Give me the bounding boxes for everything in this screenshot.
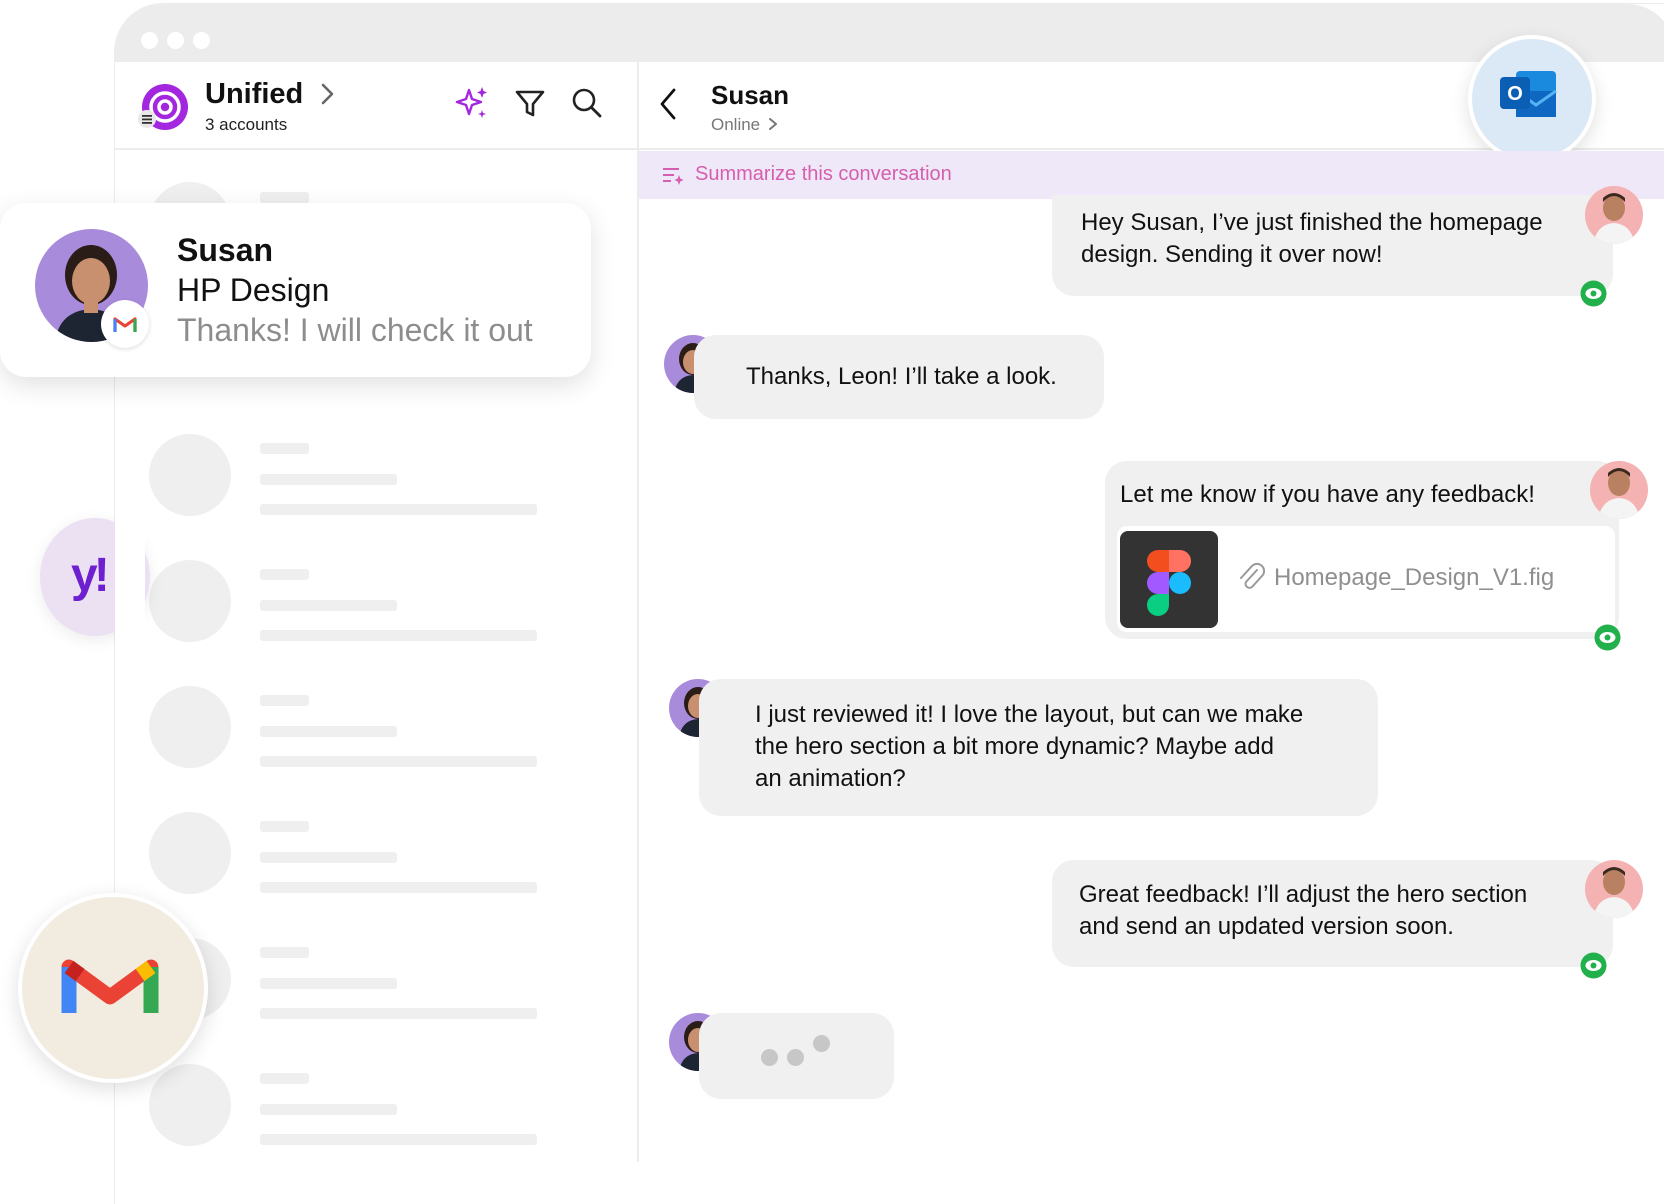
skeleton-bar — [260, 1073, 309, 1084]
chat-contact-name[interactable]: Susan — [711, 80, 789, 111]
message-bubble-outgoing: Great feedback! I’ll adjust the hero sec… — [1052, 860, 1613, 967]
ai-sparkle-icon[interactable] — [453, 84, 491, 122]
gmail-badge-icon — [101, 300, 149, 348]
skeleton-bar — [260, 1134, 537, 1145]
typing-indicator — [699, 1013, 894, 1099]
skeleton-bar — [260, 695, 309, 706]
gmail-account-icon[interactable] — [18, 893, 208, 1083]
window-titlebar — [115, 4, 1664, 62]
seen-eye-icon — [1580, 280, 1607, 307]
message-text: Thanks, Leon! I’ll take a look. — [746, 363, 1057, 390]
skeleton-avatar — [149, 812, 231, 894]
skeleton-bar — [260, 947, 309, 958]
skeleton-bar — [260, 504, 537, 515]
skeleton-bar — [260, 192, 309, 203]
skeleton-bar — [260, 569, 309, 580]
skeleton-bar — [260, 756, 537, 767]
seen-eye-icon — [1594, 624, 1621, 651]
unified-inbox-logo-icon[interactable] — [138, 82, 188, 132]
window-control-dot[interactable] — [141, 32, 158, 49]
typing-dot — [813, 1035, 830, 1052]
skeleton-avatar — [149, 686, 231, 768]
message-text: Hey Susan, I’ve just finished the homepa… — [1081, 209, 1543, 268]
avatar — [1590, 461, 1648, 519]
skeleton-bar — [260, 978, 397, 989]
chevron-right-icon[interactable] — [320, 82, 336, 106]
message-text: Great feedback! I’ll adjust the hero sec… — [1079, 881, 1528, 940]
typing-dot — [787, 1049, 804, 1066]
card-contact-name: Susan — [177, 232, 274, 268]
summarize-sparkle-icon — [663, 168, 684, 185]
skeleton-bar — [260, 1104, 397, 1115]
summarize-button[interactable]: Summarize this conversation — [695, 163, 952, 186]
skeleton-bar — [260, 726, 397, 737]
skeleton-avatar — [149, 560, 231, 642]
figma-file-icon — [1120, 531, 1218, 628]
back-chevron-icon[interactable] — [658, 86, 678, 122]
svg-text:O: O — [1507, 83, 1523, 105]
outlook-logo-icon: O — [1500, 71, 1557, 117]
filter-icon[interactable] — [511, 84, 549, 122]
message-bubble-incoming: I just reviewed it! I love the layout, b… — [699, 679, 1378, 816]
card-subject: HP Design — [177, 272, 330, 308]
search-icon[interactable] — [568, 84, 606, 122]
skeleton-bar — [260, 474, 397, 485]
window-control-dot[interactable] — [167, 32, 184, 49]
seen-eye-icon — [1580, 952, 1607, 979]
chevron-right-icon — [768, 118, 777, 130]
message-bubble-outgoing: Hey Susan, I’ve just finished the homepa… — [1052, 195, 1613, 296]
window-edge-mask — [115, 500, 145, 650]
skeleton-bar — [260, 882, 537, 893]
skeleton-bar — [260, 1008, 537, 1019]
card-preview: Thanks! I will check it out — [177, 312, 533, 348]
message-text: I just reviewed it! I love the layout, b… — [755, 701, 1304, 792]
typing-dot — [761, 1049, 778, 1066]
message-text: Let me know if you have any feedback! — [1120, 481, 1535, 508]
message-bubble-incoming: Thanks, Leon! I’ll take a look. — [694, 335, 1104, 419]
skeleton-bar — [260, 852, 397, 863]
avatar — [1585, 186, 1643, 244]
avatar — [1585, 860, 1643, 918]
status-label: Online — [711, 115, 761, 134]
chat-contact-status[interactable]: Online — [711, 115, 778, 135]
account-title[interactable]: Unified — [205, 78, 303, 111]
skeleton-avatar — [149, 434, 231, 516]
window-control-dot[interactable] — [193, 32, 210, 49]
skeleton-bar — [260, 443, 309, 454]
divider — [115, 148, 637, 150]
attachment-filename[interactable]: Homepage_Design_V1.fig — [1274, 564, 1554, 592]
skeleton-bar — [260, 821, 309, 832]
skeleton-bar — [260, 630, 537, 641]
yahoo-logo-icon: y! — [71, 549, 110, 602]
account-count: 3 accounts — [205, 115, 288, 134]
skeleton-bar — [260, 600, 397, 611]
paperclip-icon — [1240, 562, 1265, 589]
gmail-logo-icon — [61, 959, 159, 1013]
outlook-account-icon[interactable]: O — [1468, 35, 1596, 163]
